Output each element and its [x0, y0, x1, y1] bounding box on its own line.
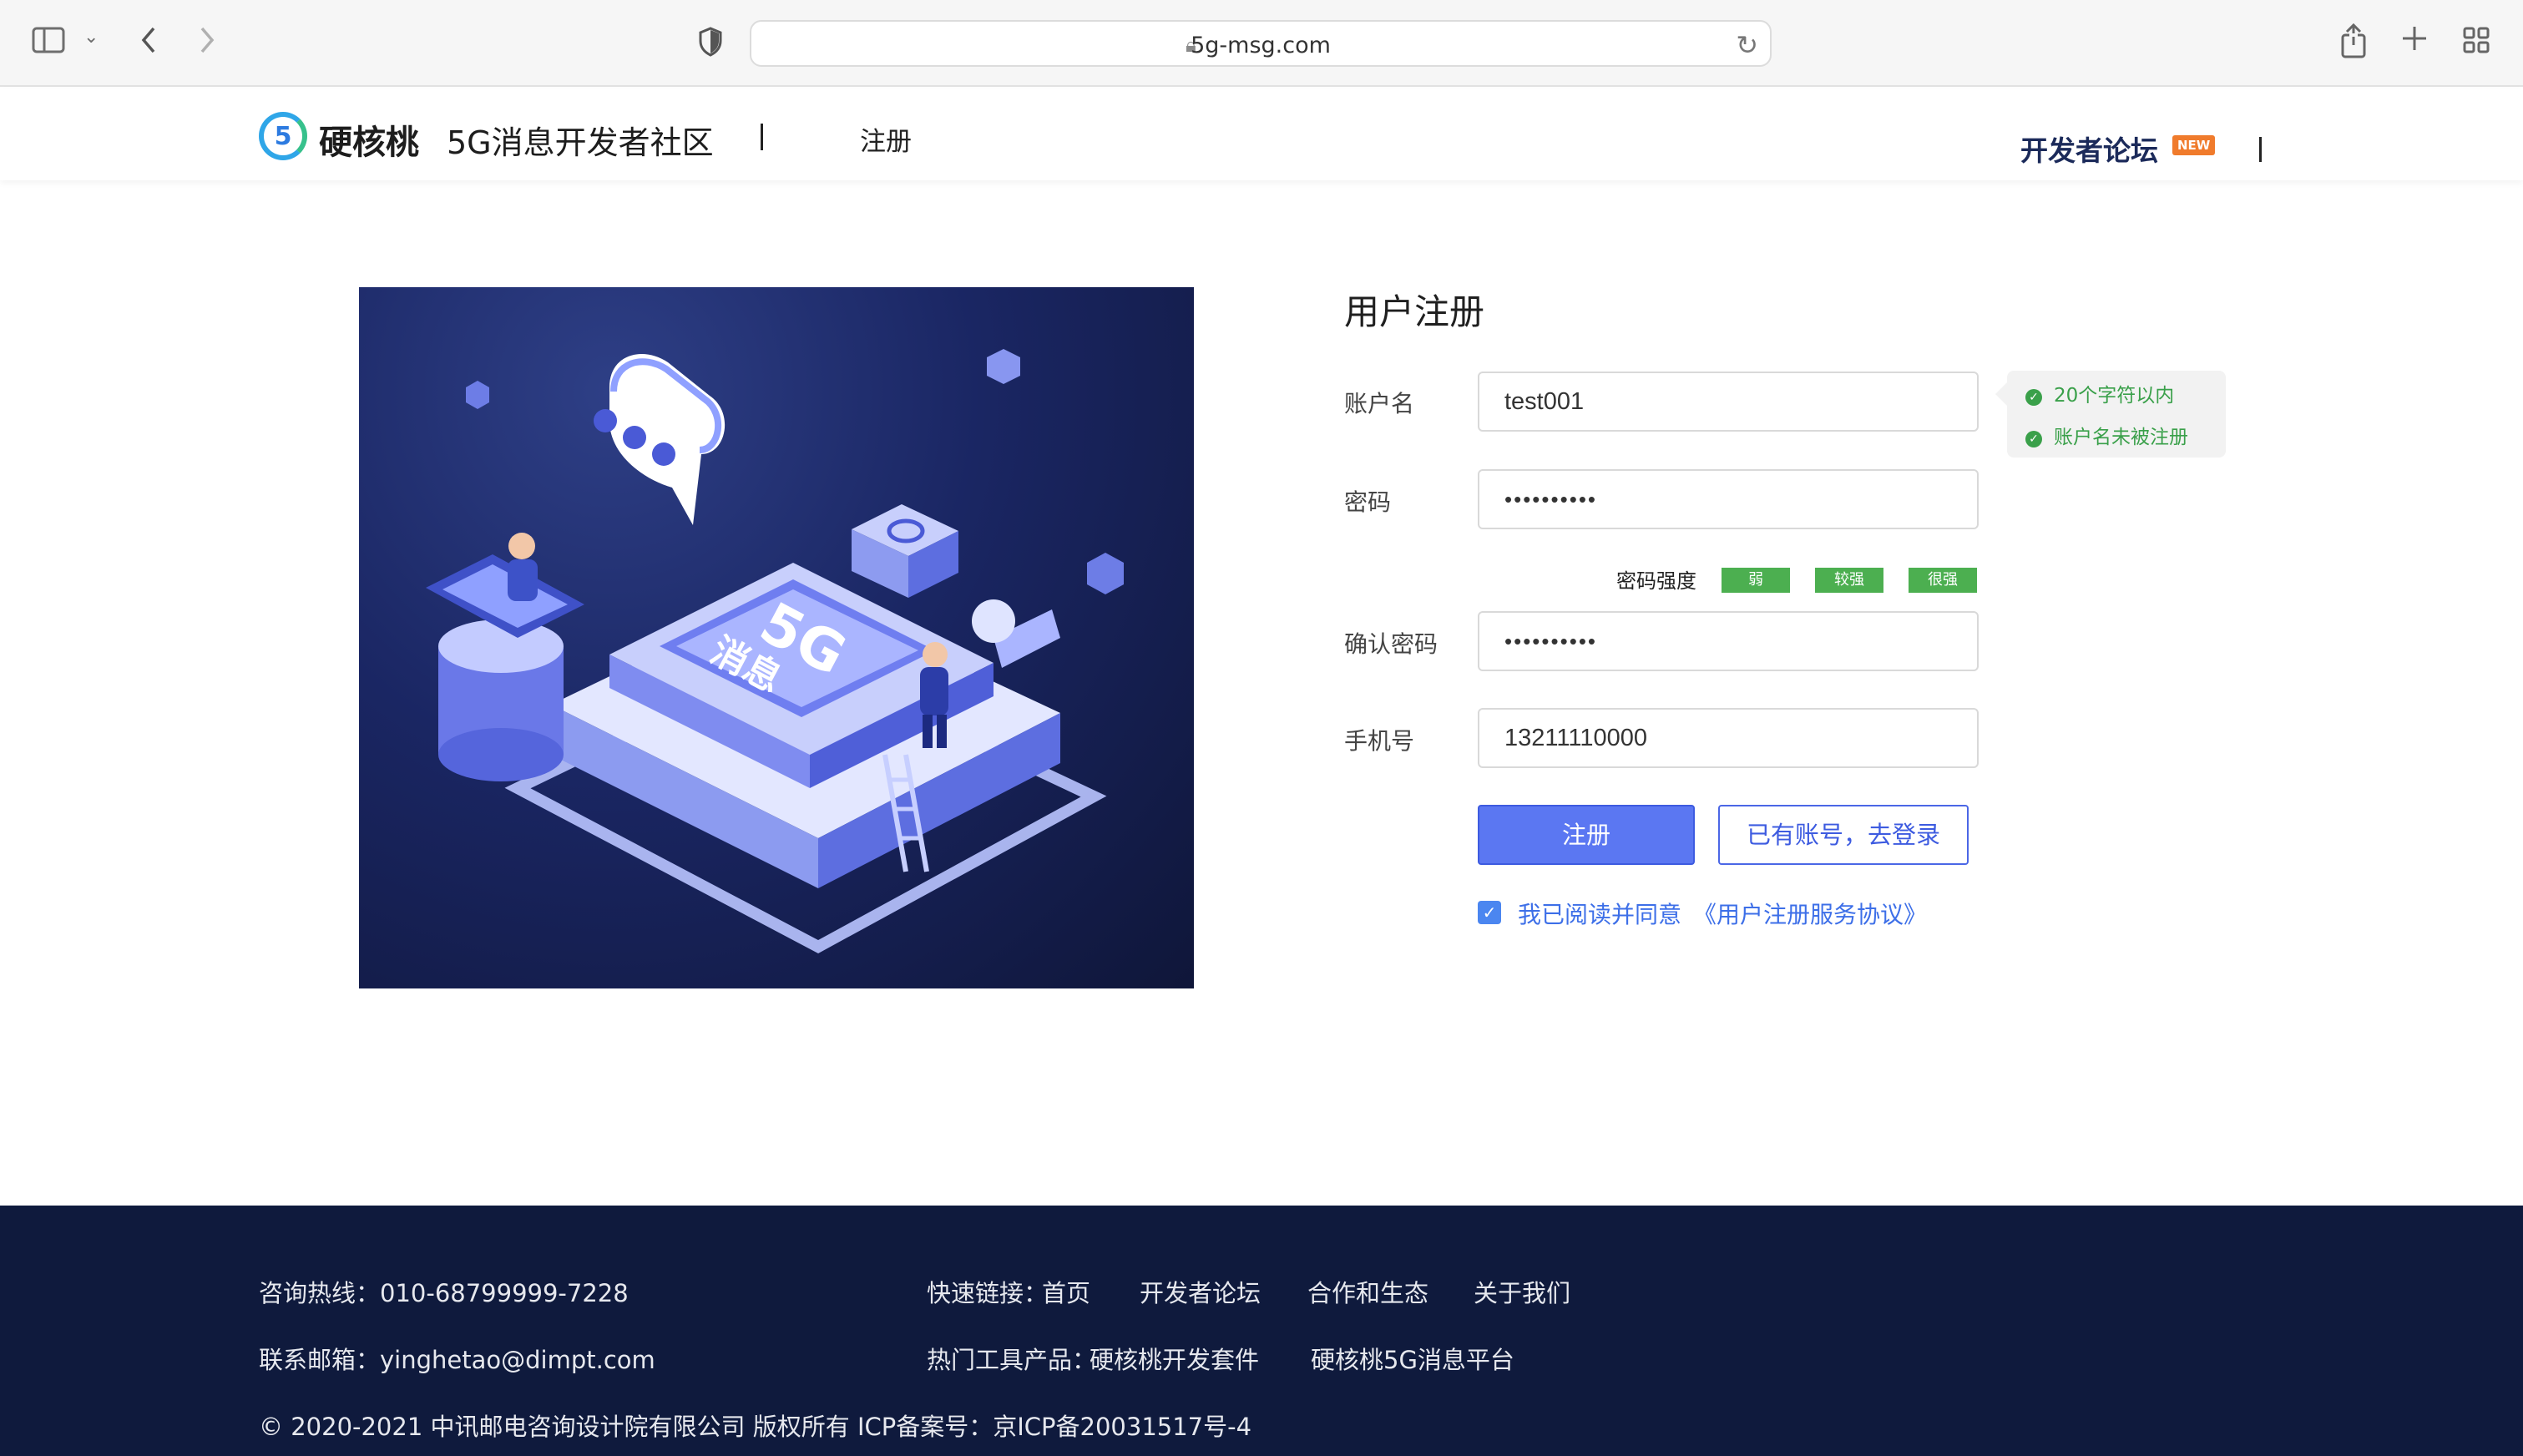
footer-email: 联系邮箱：yinghetao@dimpt.com	[259, 1346, 655, 1374]
password-input[interactable]: ••••••••••	[1478, 469, 1979, 529]
phone-label: 手机号	[1344, 727, 1415, 755]
footer-copyright: © 2020-2021 中讯邮电咨询设计院有限公司 版权所有 ICP备案号：京I…	[259, 1413, 1252, 1441]
footer-link-forum[interactable]: 开发者论坛	[1140, 1274, 1261, 1309]
tip-length-text: 20个字符以内	[2054, 385, 2175, 407]
shield-icon[interactable]	[698, 27, 723, 62]
logo-icon[interactable]: 5	[259, 112, 307, 160]
site-header: 5 硬核桃 5G消息开发者社区 注册 开发者论坛 NEW	[0, 88, 2523, 180]
strength-medium: 较强	[1815, 568, 1883, 593]
header-divider-right	[2259, 137, 2262, 162]
footer-link-partners[interactable]: 合作和生态	[1307, 1274, 1428, 1309]
agreement-checkbox[interactable]: ✓	[1478, 901, 1501, 924]
footer-link-about[interactable]: 关于我们	[1474, 1274, 1570, 1309]
new-badge: NEW	[2172, 135, 2216, 155]
password-strength-label: 密码强度	[1616, 569, 1696, 593]
logo-digit: 5	[274, 121, 292, 151]
footer-hotline: 咨询热线：010-68799999-7228	[259, 1279, 629, 1307]
account-label: 账户名	[1344, 390, 1415, 417]
brand-subtitle[interactable]: 5G消息开发者社区	[447, 117, 714, 163]
back-icon[interactable]	[139, 25, 159, 60]
tip-length: ✓ 20个字符以内	[2025, 379, 2174, 407]
quick-links-label: 快速链接：	[927, 1279, 1049, 1307]
account-tips: ✓ 20个字符以内 ✓ 账户名未被注册	[1995, 371, 2226, 458]
browser-toolbar: ⌄ 🔒︎ 5g-msg.com ↻	[0, 0, 2523, 87]
new-tab-icon[interactable]	[2401, 25, 2428, 57]
register-button[interactable]: 注册	[1478, 805, 1695, 865]
chevron-down-icon[interactable]: ⌄	[83, 28, 99, 47]
tip-available-text: 账户名未被注册	[2054, 427, 2188, 448]
header-divider	[761, 124, 763, 150]
account-input[interactable]: test001	[1478, 372, 1979, 432]
reload-icon[interactable]: ↻	[1736, 29, 1758, 61]
go-login-button[interactable]: 已有账号，去登录	[1718, 805, 1969, 865]
phone-input[interactable]: 13211110000	[1478, 708, 1979, 768]
sidebar-icon[interactable]	[32, 27, 65, 58]
footer-tool-devkit[interactable]: 硬核桃开发套件	[1090, 1341, 1259, 1376]
address-bar[interactable]: 🔒︎ 5g-msg.com ↻	[750, 20, 1772, 67]
confirm-password-label: 确认密码	[1344, 630, 1438, 658]
nav-developer-forum[interactable]: 开发者论坛	[2020, 129, 2158, 169]
confirm-password-input[interactable]: ••••••••••	[1478, 611, 1979, 671]
tools-label: 热门工具产品：	[927, 1346, 1097, 1374]
agreement-text[interactable]: 我已阅读并同意	[1518, 897, 1681, 930]
footer-link-home[interactable]: 首页	[1042, 1274, 1090, 1309]
brand-name[interactable]: 硬核桃	[319, 115, 419, 164]
hero-illustration: 5G 消息	[359, 287, 1194, 988]
check-icon: ✓	[2025, 431, 2042, 447]
tab-overview-icon[interactable]	[2463, 27, 2490, 58]
check-icon: ✓	[2025, 389, 2042, 406]
form-title: 用户注册	[1344, 291, 1485, 332]
share-icon[interactable]	[2339, 23, 2368, 63]
page-title: 注册	[860, 127, 912, 157]
tip-available: ✓ 账户名未被注册	[2025, 421, 2188, 449]
password-label: 密码	[1344, 488, 1392, 516]
agreement-link[interactable]: 《用户注册服务协议》	[1693, 897, 1927, 930]
forward-icon[interactable]	[197, 25, 217, 60]
footer-tool-platform[interactable]: 硬核桃5G消息平台	[1311, 1341, 1514, 1376]
strength-strong: 很强	[1909, 568, 1977, 593]
url-text: 5g-msg.com	[1191, 33, 1331, 58]
strength-weak: 弱	[1722, 568, 1790, 593]
site-footer: 咨询热线：010-68799999-7228 联系邮箱：yinghetao@di…	[0, 1206, 2523, 1456]
